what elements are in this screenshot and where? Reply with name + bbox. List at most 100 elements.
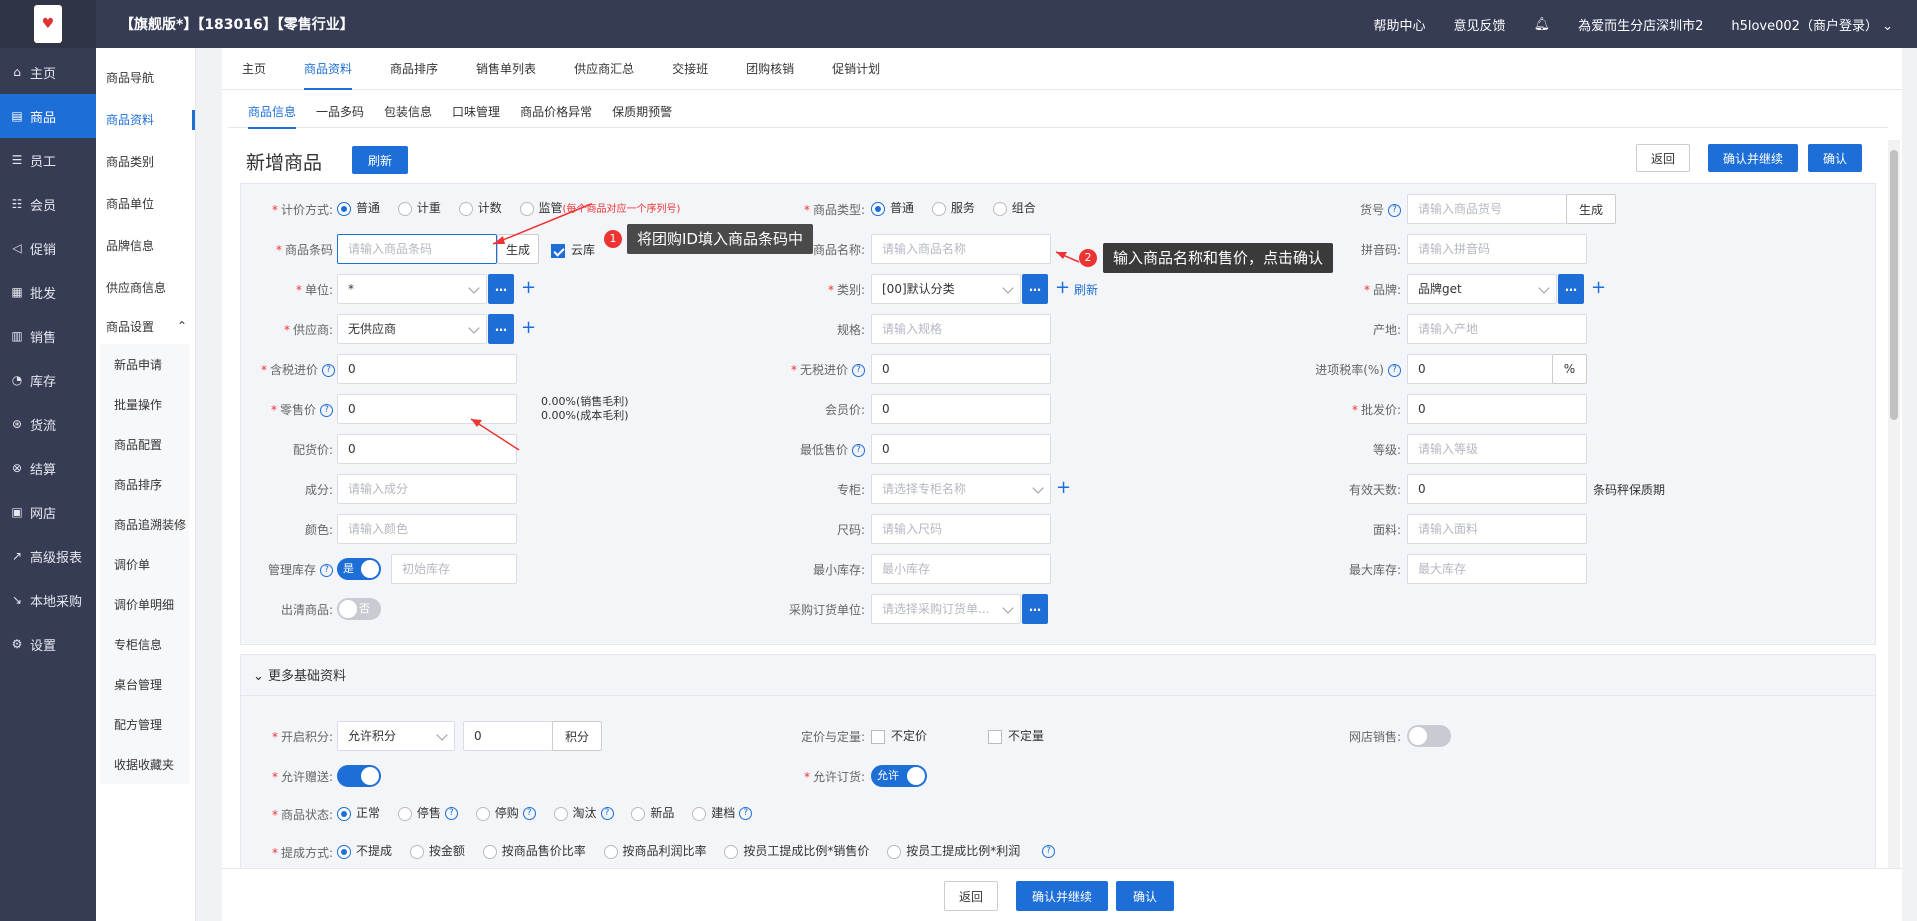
sku-input[interactable]: 请输入商品货号 bbox=[1407, 194, 1567, 224]
sidebar-item-logistics[interactable]: ⊛ 货流 bbox=[0, 402, 96, 446]
subnav-table-mgmt[interactable]: 桌台管理 bbox=[100, 664, 189, 704]
sidebar-item-inventory[interactable]: ◔ 库存 bbox=[0, 358, 96, 402]
subnav-goods-info[interactable]: 商品资料 bbox=[96, 98, 195, 140]
tab-promo-plan[interactable]: 促销计划 bbox=[832, 48, 900, 90]
subnav-counter-info[interactable]: 专柜信息 bbox=[100, 624, 189, 664]
tab-group-verify[interactable]: 团购核销 bbox=[746, 48, 814, 90]
points-input[interactable]: 0 bbox=[463, 721, 553, 751]
subtab-package[interactable]: 包装信息 bbox=[384, 98, 432, 128]
subnav-new-request[interactable]: 新品申请 bbox=[100, 344, 189, 384]
status-option-new[interactable]: 新品 bbox=[631, 806, 674, 821]
min-stock-input[interactable]: 最小库存 bbox=[871, 554, 1051, 584]
status-option-stop-sale[interactable]: 停售? bbox=[397, 806, 458, 821]
size-input[interactable]: 请输入尺码 bbox=[871, 514, 1051, 544]
confirm-button[interactable]: 确认 bbox=[1808, 144, 1862, 172]
valid-days-input[interactable]: 0 bbox=[1407, 474, 1587, 504]
sidebar-item-home[interactable]: ⌂ 主页 bbox=[0, 50, 96, 94]
status-option-normal[interactable]: 正常 bbox=[337, 806, 380, 821]
sidebar-item-settings[interactable]: ⚙ 设置 bbox=[0, 622, 96, 666]
max-stock-input[interactable]: 最大库存 bbox=[1407, 554, 1587, 584]
sidebar-item-goods[interactable]: ▤ 商品 bbox=[0, 94, 96, 138]
subtab-goods-info[interactable]: 商品信息 bbox=[248, 98, 297, 129]
purchase-unit-select[interactable]: 请选择采购订货单... bbox=[871, 594, 1021, 624]
sku-generate-button[interactable]: 生成 bbox=[1566, 194, 1616, 224]
subnav-recipe-mgmt[interactable]: 配方管理 bbox=[100, 704, 189, 744]
grade-input[interactable]: 请输入等级 bbox=[1407, 434, 1587, 464]
help-icon[interactable]: ? bbox=[1042, 845, 1056, 858]
sidebar-item-reports[interactable]: ↗ 高级报表 bbox=[0, 534, 96, 578]
wholesale-price-input[interactable]: 0 bbox=[1407, 394, 1587, 424]
subnav-price-adjust[interactable]: 调价单 bbox=[100, 544, 189, 584]
initial-stock-input[interactable]: 初始库存 bbox=[391, 554, 517, 584]
tab-home[interactable]: 主页 bbox=[242, 48, 286, 90]
brand-more-button[interactable]: … bbox=[1558, 274, 1584, 304]
help-icon[interactable]: ? bbox=[739, 807, 753, 820]
online-sale-toggle[interactable] bbox=[1407, 725, 1451, 747]
feedback-link[interactable]: 意见反馈 bbox=[1454, 15, 1506, 34]
subnav-supplier-info[interactable]: 供应商信息 bbox=[96, 266, 195, 308]
bell-icon[interactable]: 🔔︎ bbox=[1534, 17, 1551, 32]
subnav-receipt-fav[interactable]: 收据收藏夹 bbox=[100, 744, 189, 784]
bottom-confirm-button[interactable]: 确认 bbox=[1116, 881, 1174, 911]
subnav-goods-unit[interactable]: 商品单位 bbox=[96, 182, 195, 224]
add-brand-icon[interactable]: + bbox=[1591, 279, 1606, 297]
tab-goods-sort[interactable]: 商品排序 bbox=[390, 48, 458, 90]
user-menu[interactable]: h5love002（商户登录） ⌄ bbox=[1731, 15, 1893, 34]
subtab-multi-code[interactable]: 一品多码 bbox=[316, 98, 364, 128]
subnav-trace[interactable]: 商品追溯装修 bbox=[100, 504, 189, 544]
commission-option-staff-profit[interactable]: 按员工提成比例*利润 bbox=[887, 844, 1020, 859]
brand-select[interactable]: 品牌get bbox=[1407, 274, 1557, 304]
subnav-goods-category[interactable]: 商品类别 bbox=[96, 140, 195, 182]
commission-option-price-ratio[interactable]: 按商品售价比率 bbox=[482, 844, 586, 859]
help-icon[interactable]: ? bbox=[1388, 364, 1401, 377]
subnav-brand-info[interactable]: 品牌信息 bbox=[96, 224, 195, 266]
sidebar-item-member[interactable]: ☷ 会员 bbox=[0, 182, 96, 226]
fabric-input[interactable]: 请输入面料 bbox=[1407, 514, 1587, 544]
sidebar-item-staff[interactable]: ☰ 员工 bbox=[0, 138, 96, 182]
stock-mgmt-toggle[interactable]: 是 bbox=[337, 558, 381, 580]
help-center-link[interactable]: 帮助中心 bbox=[1374, 15, 1426, 34]
confirm-continue-button[interactable]: 确认并继续 bbox=[1708, 144, 1798, 172]
subnav-goods-sort[interactable]: 商品排序 bbox=[100, 464, 189, 504]
commission-option-amount[interactable]: 按金额 bbox=[409, 844, 465, 859]
help-icon[interactable]: ? bbox=[320, 564, 333, 577]
subnav-goods-nav[interactable]: 商品导航 bbox=[96, 56, 195, 98]
more-info-toggle[interactable]: ⌄ 更多基础资料 bbox=[253, 665, 346, 684]
sidebar-item-wholesale[interactable]: ▦ 批发 bbox=[0, 270, 96, 314]
tab-sales-list[interactable]: 销售单列表 bbox=[476, 48, 556, 90]
pinyin-input[interactable]: 请输入拼音码 bbox=[1407, 234, 1587, 264]
subnav-price-adjust-detail[interactable]: 调价单明细 bbox=[100, 584, 189, 624]
subnav-batch-ops[interactable]: 批量操作 bbox=[100, 384, 189, 424]
tab-goods-info[interactable]: 商品资料 bbox=[304, 48, 372, 90]
sidebar-item-sales[interactable]: ▥ 销售 bbox=[0, 314, 96, 358]
store-name[interactable]: 為爱而生分店深圳市2 bbox=[1578, 15, 1703, 34]
commission-option-staff-price[interactable]: 按员工提成比例*销售价 bbox=[724, 844, 869, 859]
help-icon[interactable]: ? bbox=[522, 807, 536, 820]
status-option-obsolete[interactable]: 淘汰? bbox=[553, 806, 614, 821]
purchase-unit-more-button[interactable]: … bbox=[1022, 594, 1048, 624]
tab-shift[interactable]: 交接班 bbox=[672, 48, 728, 90]
order-toggle[interactable]: 允许 bbox=[871, 765, 927, 787]
help-icon[interactable]: ? bbox=[1388, 204, 1401, 217]
points-select[interactable]: 允许积分 bbox=[337, 721, 455, 751]
help-icon[interactable]: ? bbox=[444, 807, 458, 820]
subnav-goods-config[interactable]: 商品配置 bbox=[100, 424, 189, 464]
subtab-price-anomaly[interactable]: 商品价格异常 bbox=[520, 98, 592, 128]
commission-option-none[interactable]: 不提成 bbox=[337, 844, 392, 859]
fixed-price-checkbox[interactable]: 不定价 bbox=[871, 727, 927, 744]
page-scrollbar-thumb[interactable] bbox=[1890, 150, 1898, 420]
commission-option-profit-ratio[interactable]: 按商品利润比率 bbox=[603, 844, 707, 859]
sidebar-item-eshop[interactable]: ▣ 网店 bbox=[0, 490, 96, 534]
clearance-toggle[interactable]: 否 bbox=[337, 598, 381, 620]
gift-toggle[interactable] bbox=[337, 765, 381, 787]
help-icon[interactable]: ? bbox=[600, 807, 614, 820]
sidebar-item-promo[interactable]: ◁ 促销 bbox=[0, 226, 96, 270]
status-option-archived[interactable]: 建档? bbox=[692, 806, 753, 821]
sidebar-item-local-purchase[interactable]: ↘ 本地采购 bbox=[0, 578, 96, 622]
sidebar-item-settlement[interactable]: ⊗ 结算 bbox=[0, 446, 96, 490]
taxrate-input[interactable]: 0 bbox=[1407, 354, 1553, 384]
color-input[interactable]: 请输入颜色 bbox=[337, 514, 517, 544]
bottom-back-button[interactable]: 返回 bbox=[944, 881, 998, 911]
bottom-confirm-continue-button[interactable]: 确认并继续 bbox=[1016, 881, 1108, 911]
subnav-group-settings[interactable]: 商品设置 ⌃ bbox=[96, 308, 195, 344]
